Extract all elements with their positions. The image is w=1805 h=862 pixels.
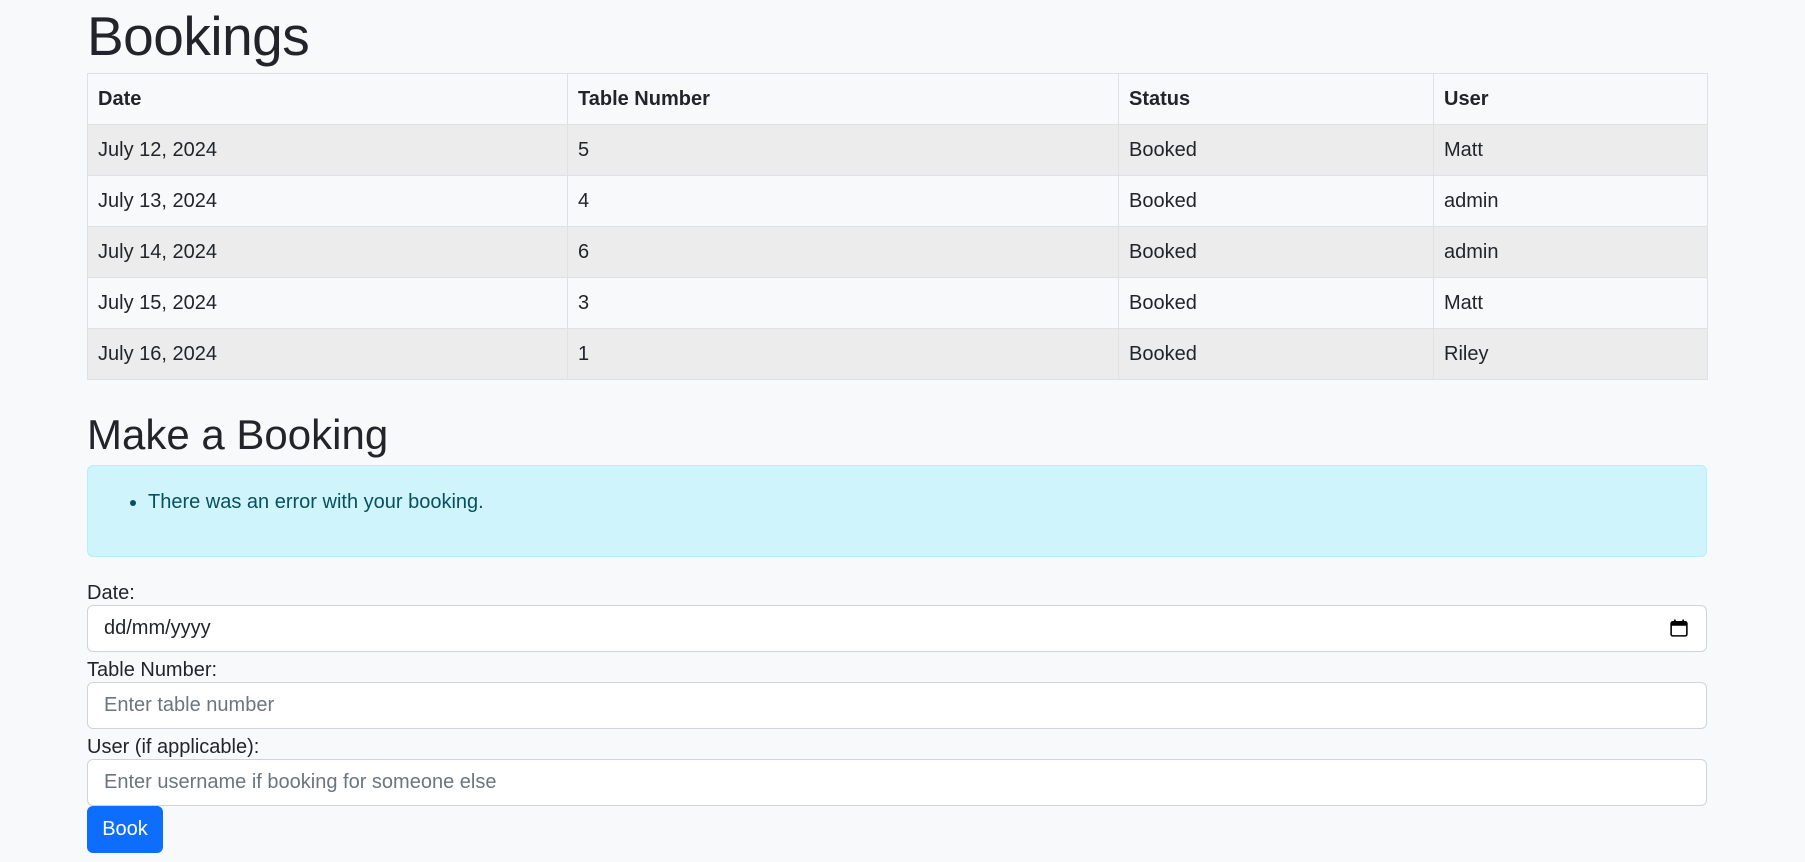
cell-date: July 14, 2024 (87, 226, 568, 278)
cell-date: July 15, 2024 (87, 277, 568, 329)
cell-table-number: 5 (567, 124, 1119, 176)
cell-table-number: 1 (567, 328, 1119, 380)
calendar-icon[interactable] (1670, 619, 1688, 637)
page-title: Bookings (87, 5, 310, 67)
user-input[interactable]: Enter username if booking for someone el… (87, 759, 1707, 806)
cell-status: Booked (1118, 124, 1434, 176)
book-button[interactable]: Book (87, 806, 163, 853)
table-header-row: Date Table Number Status User (87, 73, 1708, 125)
table-row: July 14, 2024 6 Booked admin (87, 226, 1708, 278)
date-input-value: dd/mm/yyyy (104, 617, 211, 639)
cell-status: Booked (1118, 277, 1434, 329)
column-header-status: Status (1118, 73, 1434, 125)
cell-user: Matt (1433, 124, 1708, 176)
cell-table-number: 4 (567, 175, 1119, 227)
cell-table-number: 3 (567, 277, 1119, 329)
cell-table-number: 6 (567, 226, 1119, 278)
cell-status: Booked (1118, 226, 1434, 278)
error-alert: There was an error with your booking. (87, 465, 1707, 557)
table-number-label: Table Number: (87, 659, 218, 681)
bookings-table: Date Table Number Status User July 12, 2… (87, 73, 1708, 380)
cell-date: July 13, 2024 (87, 175, 568, 227)
cell-date: July 12, 2024 (87, 124, 568, 176)
date-input[interactable]: dd/mm/yyyy (87, 605, 1707, 652)
table-row: July 15, 2024 3 Booked Matt (87, 277, 1708, 329)
alert-message-list: There was an error with your booking. (88, 490, 1706, 514)
table-row: July 12, 2024 5 Booked Matt (87, 124, 1708, 176)
cell-status: Booked (1118, 328, 1434, 380)
main-container: Bookings Date Table Number Status User J… (87, 0, 1708, 853)
user-placeholder: Enter username if booking for someone el… (104, 771, 497, 793)
alert-message: There was an error with your booking. (148, 490, 1706, 514)
cell-date: July 16, 2024 (87, 328, 568, 380)
table-row: July 13, 2024 4 Booked admin (87, 175, 1708, 227)
table-number-input[interactable]: Enter table number (87, 682, 1707, 729)
column-header-table-number: Table Number (567, 73, 1119, 125)
date-label: Date: (87, 582, 135, 604)
cell-status: Booked (1118, 175, 1434, 227)
table-row: July 16, 2024 1 Booked Riley (87, 328, 1708, 380)
column-header-user: User (1433, 73, 1708, 125)
cell-user: admin (1433, 226, 1708, 278)
booking-form: Date: dd/mm/yyyy Table Number: Enter tab… (87, 581, 1707, 853)
cell-user: Matt (1433, 277, 1708, 329)
table-number-placeholder: Enter table number (104, 694, 275, 716)
cell-user: admin (1433, 175, 1708, 227)
user-label: User (if applicable): (87, 736, 260, 758)
column-header-date: Date (87, 73, 568, 125)
booking-form-title: Make a Booking (87, 411, 389, 458)
cell-user: Riley (1433, 328, 1708, 380)
